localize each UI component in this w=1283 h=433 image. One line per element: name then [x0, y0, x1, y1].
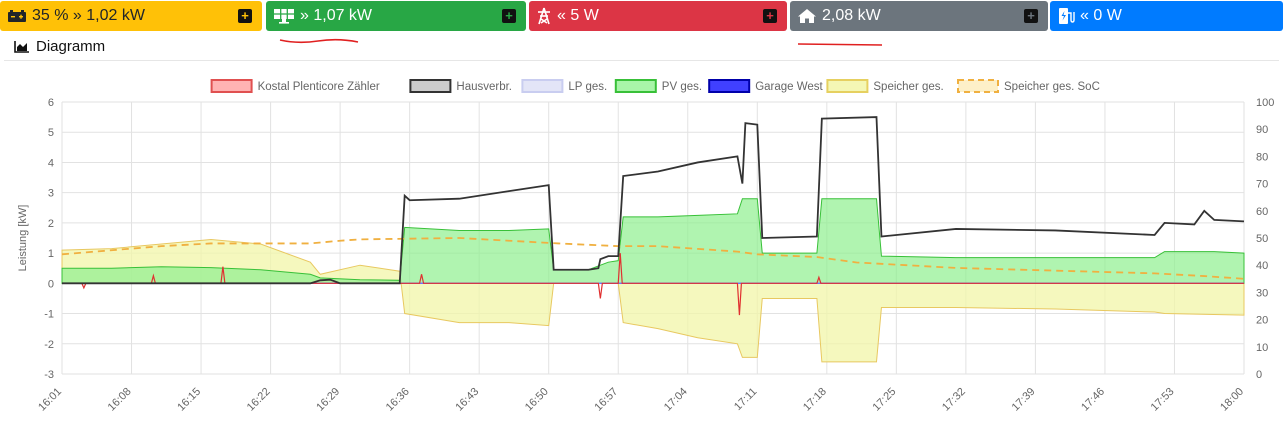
chart-area-icon — [14, 40, 30, 53]
legend-swatch — [614, 79, 657, 93]
pv-expand-icon[interactable]: + — [502, 9, 516, 23]
x-tick-label: 17:46 — [1079, 386, 1107, 414]
y-tick-label: 0 — [48, 278, 54, 290]
power-tower-icon — [536, 7, 552, 25]
y2-tick-label: 100 — [1256, 97, 1274, 109]
legend-label: Hausverbr. — [456, 81, 512, 93]
grid-expand-icon[interactable]: + — [763, 9, 777, 23]
y2-tick-label: 70 — [1256, 179, 1268, 191]
grid-tile[interactable]: « 5 W + — [529, 1, 787, 31]
pv-tile-value: » 1,07 kW — [300, 7, 373, 24]
x-tick-label: 17:25 — [871, 386, 899, 414]
x-tick-label: 16:43 — [453, 386, 481, 414]
y2-tick-label: 40 — [1256, 260, 1268, 272]
battery-tile[interactable]: 35 % » 1,02 kW + — [0, 1, 262, 31]
annotation-underline-pv — [279, 38, 359, 44]
x-tick-label: 16:22 — [245, 386, 273, 414]
legend-swatch — [521, 79, 564, 93]
home-icon — [797, 8, 817, 24]
y2-tick-label: 50 — [1256, 233, 1268, 245]
x-tick-label: 17:39 — [1010, 386, 1038, 414]
x-tick-label: 16:01 — [36, 386, 64, 414]
x-tick-label: 17:11 — [732, 386, 759, 413]
y2-tick-label: 10 — [1256, 342, 1268, 354]
charging-tile-value: « 0 W — [1080, 7, 1122, 24]
y-tick-label: 1 — [48, 248, 54, 260]
legend-label: LP ges. — [568, 81, 607, 93]
y-tick-label: 2 — [48, 218, 54, 230]
house-expand-icon[interactable]: + — [1024, 9, 1038, 23]
y2-tick-label: 80 — [1256, 151, 1268, 163]
legend-label: Garage West — [755, 81, 823, 93]
section-title-text: Diagramm — [36, 38, 106, 55]
x-tick-label: 17:32 — [940, 386, 968, 414]
y-tick-label: 5 — [48, 127, 54, 139]
series-pv-area — [61, 198, 1245, 284]
charging-station-icon — [1057, 7, 1075, 25]
legend-swatch — [210, 79, 253, 93]
y2-tick-label: 20 — [1256, 315, 1268, 327]
solar-panel-icon — [273, 8, 295, 24]
x-tick-label: 16:29 — [314, 386, 342, 414]
y2-tick-label: 30 — [1256, 287, 1268, 299]
y-tick-label: -3 — [44, 369, 54, 381]
status-bar: 35 % » 1,02 kW + » 1,07 kW + « 5 W + 2,0… — [0, 0, 1283, 33]
x-tick-label: 16:57 — [592, 386, 620, 414]
legend-swatch — [409, 79, 452, 93]
y2-tick-label: 60 — [1256, 206, 1268, 218]
house-tile[interactable]: 2,08 kW + — [790, 1, 1048, 31]
legend-swatch — [826, 79, 869, 93]
car-battery-icon — [7, 9, 27, 23]
section-title: Diagramm — [14, 38, 105, 55]
x-tick-label: 16:50 — [523, 386, 551, 414]
y-tick-label: 4 — [48, 157, 54, 169]
x-tick-label: 16:08 — [106, 386, 134, 414]
x-tick-label: 17:53 — [1149, 386, 1177, 414]
y2-tick-label: 90 — [1256, 124, 1268, 136]
pv-tile[interactable]: » 1,07 kW + — [266, 1, 526, 31]
legend-label: Kostal Plenticore Zähler — [258, 81, 380, 93]
y2-tick-label: 0 — [1256, 369, 1262, 381]
y-tick-label: 3 — [48, 188, 54, 200]
x-tick-label: 18:00 — [1218, 386, 1246, 414]
legend-label: Speicher ges. SoC — [1004, 81, 1100, 93]
legend-swatch — [708, 79, 751, 93]
annotation-underline-house — [797, 43, 883, 46]
battery-expand-icon[interactable]: + — [238, 9, 252, 23]
x-tick-label: 17:18 — [801, 386, 829, 414]
y-axis-label: Leistung [kW] — [17, 205, 29, 272]
legend-label: Speicher ges. — [873, 81, 943, 93]
y-tick-label: -2 — [44, 339, 54, 351]
x-tick-label: 16:36 — [384, 386, 412, 414]
battery-tile-value: 35 % » 1,02 kW — [32, 7, 145, 24]
legend-swatch — [957, 79, 999, 93]
y-tick-label: -1 — [44, 309, 54, 321]
charging-tile[interactable]: « 0 W — [1050, 1, 1283, 31]
power-chart: Kostal Plenticore Zähler Hausverbr. LP ges… — [17, 79, 1274, 414]
house-tile-value: 2,08 kW — [822, 7, 881, 24]
legend-label: PV ges. — [662, 81, 702, 93]
x-tick-label: 17:04 — [662, 386, 690, 414]
y-tick-label: 6 — [48, 97, 54, 109]
x-tick-label: 16:15 — [175, 386, 203, 414]
chart-panel: Kostal Plenticore Zähler Hausverbr. LP ges… — [4, 60, 1279, 431]
grid-tile-value: « 5 W — [557, 7, 599, 24]
